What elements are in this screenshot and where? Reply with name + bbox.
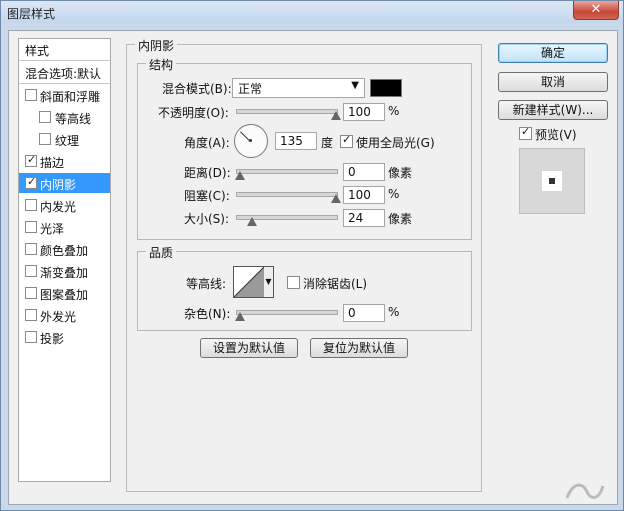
style-item-drop-shadow[interactable]: 投影: [19, 327, 110, 347]
angle-unit: 度: [321, 136, 334, 150]
style-item-inner-shadow[interactable]: ✓ 内阴影: [19, 173, 110, 193]
close-icon: ✕: [590, 2, 602, 17]
contour-label: 等高线:: [186, 277, 227, 291]
checkbox-icon[interactable]: [39, 111, 51, 123]
angle-dial-icon[interactable]: [234, 124, 268, 158]
opacity-input[interactable]: 100: [343, 103, 385, 121]
noise-input[interactable]: 0: [343, 304, 385, 322]
styles-list: 样式 混合选项:默认 斜面和浮雕 等高线 纹理 ✓ 描边 ✓ 内阴影 内发光 光…: [18, 38, 111, 482]
size-label: 大小(S):: [184, 212, 230, 226]
dropdown-arrow-icon: ▼: [351, 80, 359, 91]
shadow-color-swatch[interactable]: [370, 79, 402, 97]
style-item-stroke[interactable]: ✓ 描边: [19, 151, 110, 171]
quality-group: 品质 等高线: ▼ 消除锯齿(L) 杂色(N): 0 %: [137, 244, 472, 331]
styles-header[interactable]: 样式: [19, 39, 110, 61]
preview-checkbox[interactable]: ✓: [519, 125, 532, 140]
title-bar: 图层样式 ✕: [1, 1, 623, 23]
style-item-gradient-overlay[interactable]: 渐变叠加: [19, 261, 110, 281]
noise-unit: %: [388, 305, 400, 319]
dropdown-arrow-icon: ▼: [265, 277, 272, 286]
checkbox-icon[interactable]: [25, 243, 37, 255]
blending-options-item[interactable]: 混合选项:默认: [19, 61, 110, 84]
style-item-color-overlay[interactable]: 颜色叠加: [19, 239, 110, 259]
structure-group: 结构 混合模式(B): 正常 ▼ 不透明度(O): 100 % 角度(A): 1…: [137, 56, 472, 240]
distance-slider[interactable]: [236, 169, 338, 174]
window-title: 图层样式: [7, 7, 56, 21]
checkbox-icon[interactable]: [25, 287, 37, 299]
blend-mode-label: 混合模式(B):: [162, 82, 232, 96]
distance-input[interactable]: 0: [343, 163, 385, 181]
style-item-texture[interactable]: 纹理: [19, 129, 110, 149]
opacity-slider-thumb[interactable]: [331, 111, 341, 120]
distance-label: 距离(D):: [184, 166, 231, 180]
dialog-body: 样式 混合选项:默认 斜面和浮雕 等高线 纹理 ✓ 描边 ✓ 内阴影 内发光 光…: [8, 30, 618, 505]
angle-label: 角度(A):: [184, 136, 230, 150]
set-default-button[interactable]: 设置为默认值: [200, 338, 298, 358]
blend-mode-select[interactable]: 正常 ▼: [232, 78, 365, 98]
size-input[interactable]: 24: [343, 209, 385, 227]
style-item-satin[interactable]: 光泽: [19, 217, 110, 237]
noise-slider-thumb[interactable]: [235, 312, 245, 321]
layer-style-dialog: 图层样式 ✕ 样式 混合选项:默认 斜面和浮雕 等高线 纹理 ✓ 描边 ✓ 内阴…: [0, 0, 624, 511]
structure-title: 结构: [146, 56, 177, 73]
contour-dropdown[interactable]: ▼: [264, 266, 274, 298]
choke-unit: %: [388, 187, 400, 201]
checkbox-icon[interactable]: [39, 133, 51, 145]
watermark-icon: [565, 483, 605, 499]
checkbox-icon[interactable]: ✓: [25, 175, 37, 189]
close-button[interactable]: ✕: [573, 1, 619, 20]
checkbox-icon[interactable]: [25, 199, 37, 211]
choke-input[interactable]: 100: [343, 186, 385, 204]
style-item-pattern-overlay[interactable]: 图案叠加: [19, 283, 110, 303]
angle-input[interactable]: 135: [275, 132, 317, 150]
contour-curve-icon[interactable]: [233, 266, 265, 298]
new-style-button[interactable]: 新建样式(W)...: [498, 100, 608, 120]
anti-alias-checkbox[interactable]: [287, 276, 300, 289]
checkbox-icon[interactable]: [25, 221, 37, 233]
opacity-label: 不透明度(O):: [158, 106, 229, 120]
checkbox-icon[interactable]: [25, 89, 37, 101]
checkbox-icon[interactable]: [25, 331, 37, 343]
ok-button[interactable]: 确定: [498, 43, 608, 63]
reset-default-button[interactable]: 复位为默认值: [310, 338, 408, 358]
anti-alias-label: 消除锯齿(L): [303, 277, 368, 291]
noise-slider[interactable]: [236, 310, 338, 315]
style-item-inner-glow[interactable]: 内发光: [19, 195, 110, 215]
cancel-button[interactable]: 取消: [498, 72, 608, 92]
section-title: 内阴影: [135, 37, 178, 54]
checkbox-icon[interactable]: ✓: [25, 153, 37, 167]
global-light-checkbox[interactable]: ✓: [340, 133, 353, 148]
style-preview: [519, 148, 585, 214]
quality-title: 品质: [146, 244, 177, 261]
choke-label: 阻塞(C):: [184, 189, 230, 203]
choke-slider[interactable]: [236, 192, 338, 197]
size-slider-thumb[interactable]: [247, 217, 257, 226]
style-item-bevel-emboss[interactable]: 斜面和浮雕: [19, 85, 110, 105]
opacity-slider[interactable]: [236, 109, 338, 114]
checkbox-icon[interactable]: [25, 265, 37, 277]
choke-slider-thumb[interactable]: [331, 194, 341, 203]
noise-label: 杂色(N):: [184, 307, 231, 321]
style-item-outer-glow[interactable]: 外发光: [19, 305, 110, 325]
preview-label: 预览(V): [535, 128, 577, 142]
contour-curve-graphic: [233, 266, 265, 298]
style-item-contour[interactable]: 等高线: [19, 107, 110, 127]
checkbox-icon[interactable]: [25, 309, 37, 321]
size-unit: 像素: [388, 212, 413, 226]
global-light-label: 使用全局光(G): [356, 136, 435, 150]
opacity-unit: %: [388, 104, 400, 118]
distance-slider-thumb[interactable]: [235, 171, 245, 180]
distance-unit: 像素: [388, 166, 413, 180]
